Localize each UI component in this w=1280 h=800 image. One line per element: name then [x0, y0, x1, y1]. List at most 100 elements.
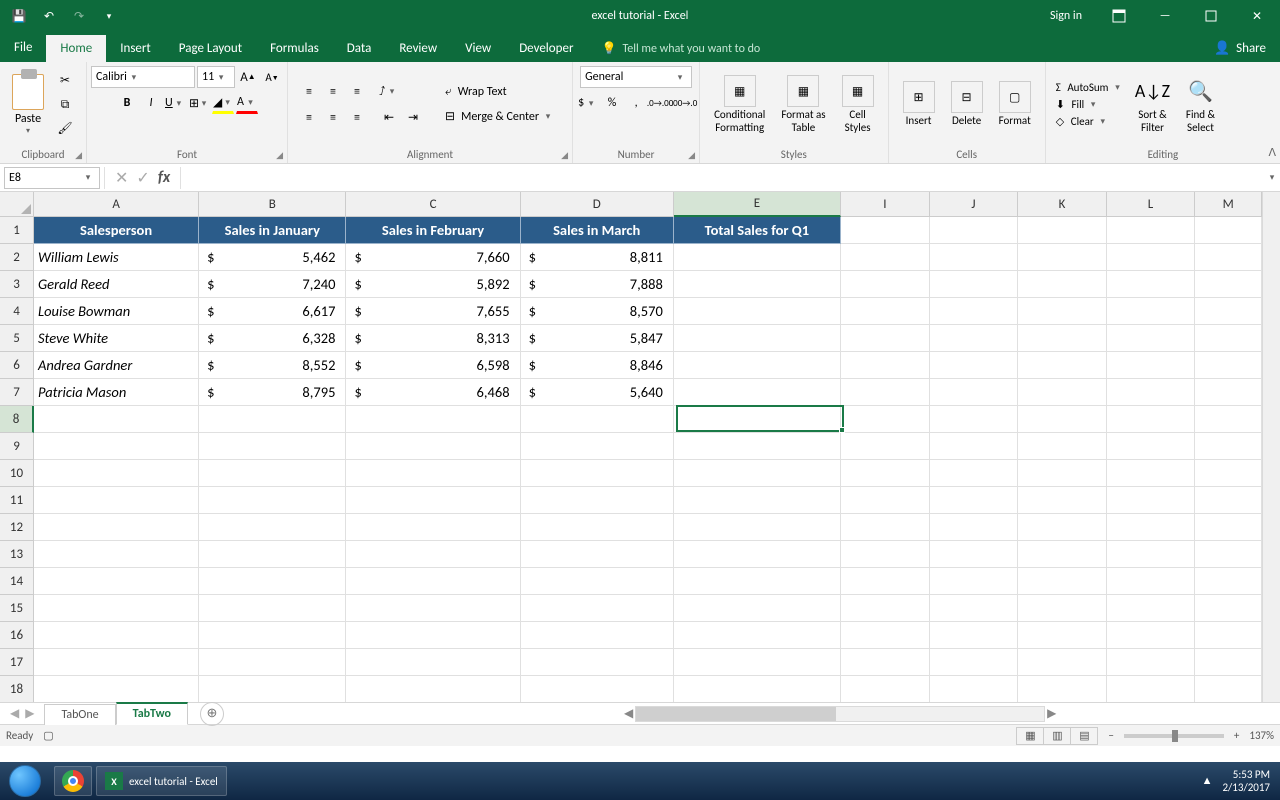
cell[interactable]: Gerald Reed	[34, 271, 199, 298]
cell[interactable]	[930, 622, 1019, 649]
cell[interactable]	[521, 568, 674, 595]
cell[interactable]	[1195, 514, 1262, 541]
cell[interactable]	[199, 595, 346, 622]
minimize-icon[interactable]: —	[1142, 0, 1188, 32]
cell[interactable]	[521, 649, 674, 676]
cell[interactable]	[1107, 352, 1196, 379]
cell[interactable]	[346, 676, 520, 702]
cell[interactable]	[1195, 217, 1262, 244]
fill-button[interactable]: ⬇ Fill▾	[1056, 98, 1125, 111]
cell[interactable]	[1107, 325, 1196, 352]
cell[interactable]: $6,598	[346, 352, 520, 379]
cell[interactable]	[674, 406, 841, 433]
row-header-12[interactable]: 12	[0, 514, 34, 541]
row-header-11[interactable]: 11	[0, 487, 34, 514]
align-left-button[interactable]: ≡	[298, 107, 320, 129]
percent-format-button[interactable]: %	[601, 92, 623, 114]
cell[interactable]	[199, 460, 346, 487]
cell[interactable]	[34, 595, 199, 622]
cell[interactable]	[199, 406, 346, 433]
cell[interactable]	[346, 568, 520, 595]
align-center-button[interactable]: ≡	[322, 107, 344, 129]
row-header-10[interactable]: 10	[0, 460, 34, 487]
cell[interactable]: $5,640	[521, 379, 674, 406]
cell[interactable]	[346, 622, 520, 649]
cell[interactable]	[1018, 406, 1107, 433]
borders-button[interactable]: ⊞▾	[188, 92, 210, 114]
insert-cells-button[interactable]: ⊞Insert	[895, 77, 943, 131]
cell[interactable]	[1018, 244, 1107, 271]
cell[interactable]	[199, 622, 346, 649]
cell[interactable]	[930, 379, 1019, 406]
cell[interactable]	[674, 568, 841, 595]
column-header-K[interactable]: K	[1018, 192, 1107, 217]
cell[interactable]	[1195, 244, 1262, 271]
close-icon[interactable]: ✕	[1234, 0, 1280, 32]
cell[interactable]	[674, 676, 841, 702]
cell[interactable]	[34, 568, 199, 595]
cell[interactable]: $5,847	[521, 325, 674, 352]
merge-center-button[interactable]: ⊟ Merge & Center ▾	[438, 106, 562, 127]
page-layout-view-button[interactable]: ▥	[1043, 727, 1071, 745]
row-header-3[interactable]: 3	[0, 271, 34, 298]
cell[interactable]	[34, 406, 199, 433]
cell[interactable]	[1195, 379, 1262, 406]
cell[interactable]	[521, 541, 674, 568]
cell[interactable]: Sales in January	[199, 217, 346, 244]
cell[interactable]	[1107, 460, 1196, 487]
collapse-ribbon-icon[interactable]: ᐱ	[1268, 146, 1276, 159]
cell[interactable]	[841, 433, 930, 460]
cell[interactable]	[199, 649, 346, 676]
row-header-14[interactable]: 14	[0, 568, 34, 595]
comma-format-button[interactable]: ,	[625, 92, 647, 114]
tell-me-search[interactable]: 💡 Tell me what you want to do	[593, 35, 768, 62]
cell[interactable]	[199, 568, 346, 595]
select-all-corner[interactable]	[0, 192, 34, 217]
cell[interactable]	[930, 541, 1019, 568]
column-header-M[interactable]: M	[1195, 192, 1262, 217]
cell[interactable]	[34, 622, 199, 649]
cell[interactable]	[1018, 676, 1107, 702]
tab-data[interactable]: Data	[333, 35, 386, 62]
cell[interactable]	[199, 433, 346, 460]
hscroll-right-icon[interactable]: ▶	[1047, 706, 1056, 721]
cell[interactable]	[930, 298, 1019, 325]
cell[interactable]: Sales in March	[521, 217, 674, 244]
cell[interactable]	[674, 379, 841, 406]
cell[interactable]	[1195, 298, 1262, 325]
row-header-2[interactable]: 2	[0, 244, 34, 271]
format-as-table-button[interactable]: ▦Format as Table	[773, 71, 833, 137]
page-break-view-button[interactable]: ▤	[1070, 727, 1098, 745]
cell[interactable]	[346, 406, 520, 433]
column-header-I[interactable]: I	[841, 192, 930, 217]
taskbar-chrome[interactable]	[54, 766, 92, 796]
cell[interactable]	[930, 676, 1019, 702]
cell[interactable]	[674, 595, 841, 622]
redo-icon[interactable]: ↷	[66, 4, 92, 28]
cell[interactable]	[1107, 649, 1196, 676]
cell[interactable]	[1195, 649, 1262, 676]
macro-record-icon[interactable]: ▢	[43, 729, 53, 742]
tab-insert[interactable]: Insert	[106, 35, 165, 62]
cell[interactable]	[34, 541, 199, 568]
cell[interactable]: $7,240	[199, 271, 346, 298]
cell[interactable]	[1018, 379, 1107, 406]
cell[interactable]	[674, 541, 841, 568]
cell[interactable]	[1107, 676, 1196, 702]
increase-font-button[interactable]: A▲	[237, 66, 259, 88]
cell[interactable]	[841, 595, 930, 622]
row-header-8[interactable]: 8	[0, 406, 34, 433]
font-name-combo[interactable]: Calibri▾	[91, 66, 195, 88]
cell[interactable]	[930, 352, 1019, 379]
cell[interactable]	[1107, 568, 1196, 595]
column-header-B[interactable]: B	[199, 192, 346, 217]
zoom-in-button[interactable]: +	[1234, 729, 1239, 742]
cell[interactable]	[1195, 325, 1262, 352]
orientation-button[interactable]: ⭜▾	[378, 81, 400, 103]
cell[interactable]	[346, 433, 520, 460]
cell[interactable]: $8,846	[521, 352, 674, 379]
zoom-level[interactable]: 137%	[1249, 729, 1274, 742]
share-button[interactable]: 👤 Share	[1200, 35, 1280, 62]
italic-button[interactable]: I	[140, 92, 162, 114]
column-header-E[interactable]: E	[674, 192, 841, 217]
